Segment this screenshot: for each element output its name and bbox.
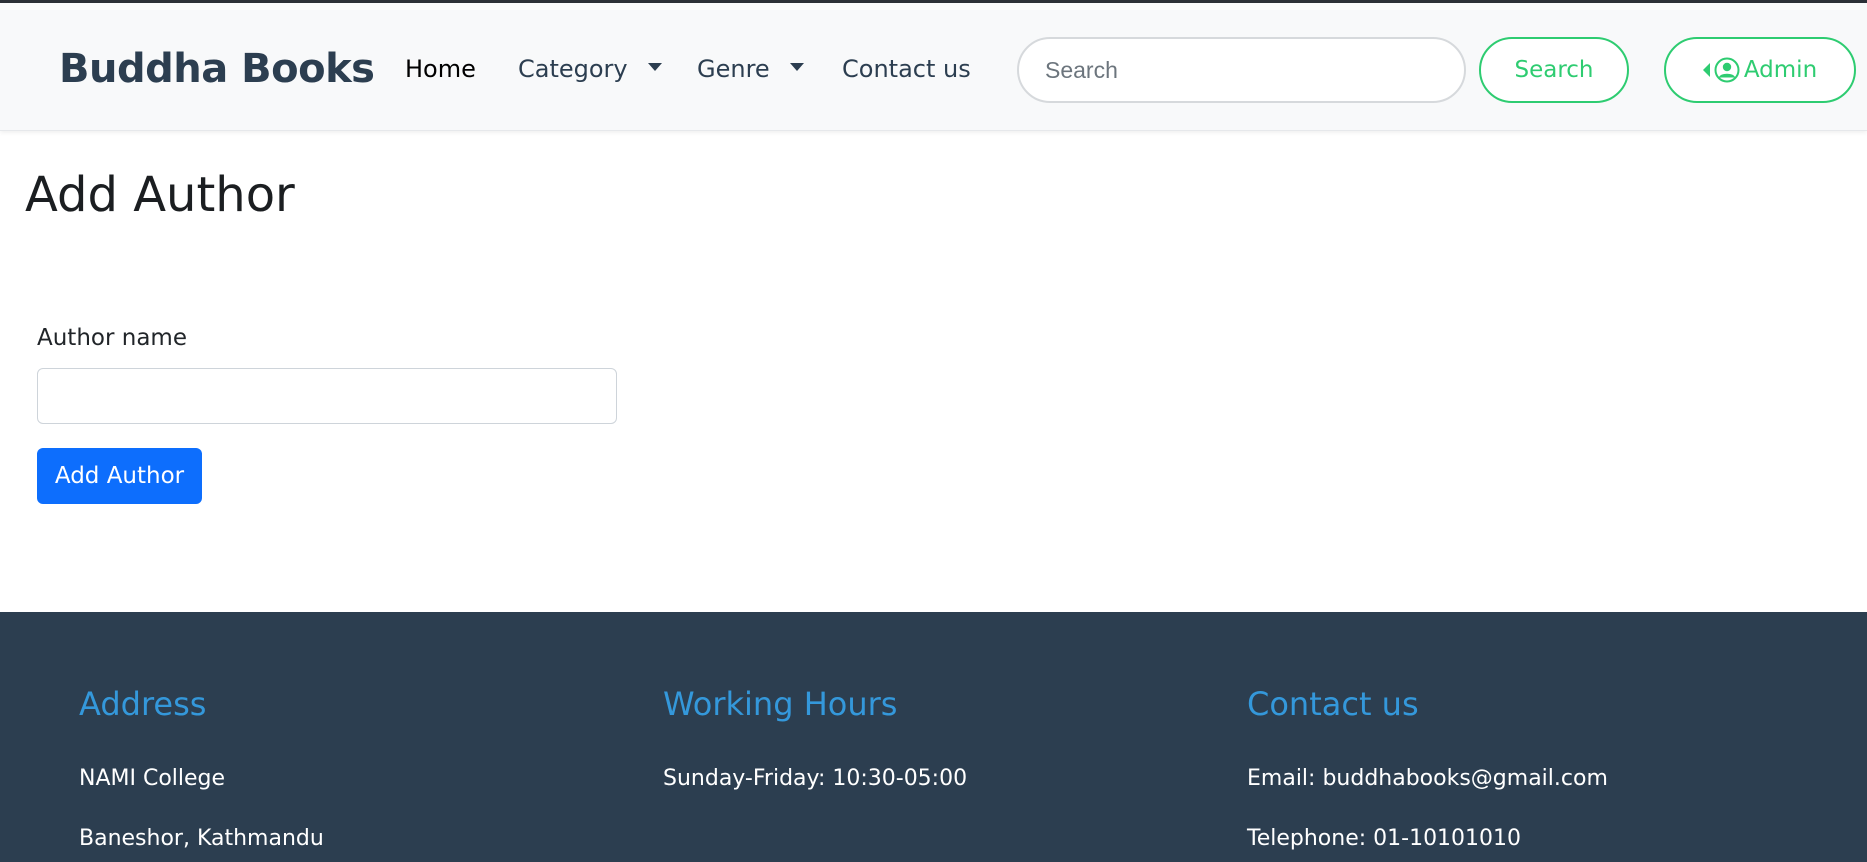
nav-contact[interactable]: Contact us xyxy=(842,51,971,87)
footer-contact-phone: Telephone: 01-10101010 xyxy=(1247,826,1522,851)
footer-hours-line: Sunday-Friday: 10:30-05:00 xyxy=(663,766,968,791)
nav-genre-dropdown[interactable]: Genre xyxy=(697,51,804,87)
caret-down-icon xyxy=(647,63,662,71)
add-author-button-label: Add Author xyxy=(54,463,185,489)
footer-address-line: Baneshor, Kathmandu xyxy=(79,826,324,851)
footer-contact-heading: Contact us xyxy=(1247,685,1419,723)
nav-home[interactable]: Home xyxy=(405,51,476,87)
page-title: Add Author xyxy=(25,167,295,223)
search-button[interactable]: Search xyxy=(1479,37,1629,103)
add-author-button[interactable]: Add Author xyxy=(37,448,202,504)
caret-down-icon xyxy=(789,63,804,71)
nav-category-dropdown[interactable]: Category xyxy=(518,51,662,87)
navbar: Buddha Books Home Category Genre Contact… xyxy=(0,3,1867,131)
brand-logo[interactable]: Buddha Books xyxy=(59,41,375,97)
footer-address-line: NAMI College xyxy=(79,766,226,791)
admin-label: Admin xyxy=(1743,57,1818,83)
caret-left-icon xyxy=(1702,63,1710,77)
author-name-input[interactable] xyxy=(37,368,617,424)
footer-address-heading: Address xyxy=(79,685,207,723)
footer: Address NAMI College Baneshor, Kathmandu… xyxy=(0,612,1867,862)
search-input[interactable] xyxy=(1017,37,1466,103)
nav-contact-label: Contact us xyxy=(842,55,971,83)
search-button-label: Search xyxy=(1514,57,1594,83)
user-circle-icon xyxy=(1714,57,1740,83)
footer-contact-email: Email: buddhabooks@gmail.com xyxy=(1247,766,1608,791)
nav-genre-label: Genre xyxy=(697,55,770,83)
nav-category-label: Category xyxy=(518,55,628,83)
admin-dropdown-button[interactable]: Admin xyxy=(1664,37,1856,103)
nav-home-label: Home xyxy=(405,55,476,83)
footer-hours-heading: Working Hours xyxy=(663,685,898,723)
author-name-label: Author name xyxy=(37,325,187,351)
